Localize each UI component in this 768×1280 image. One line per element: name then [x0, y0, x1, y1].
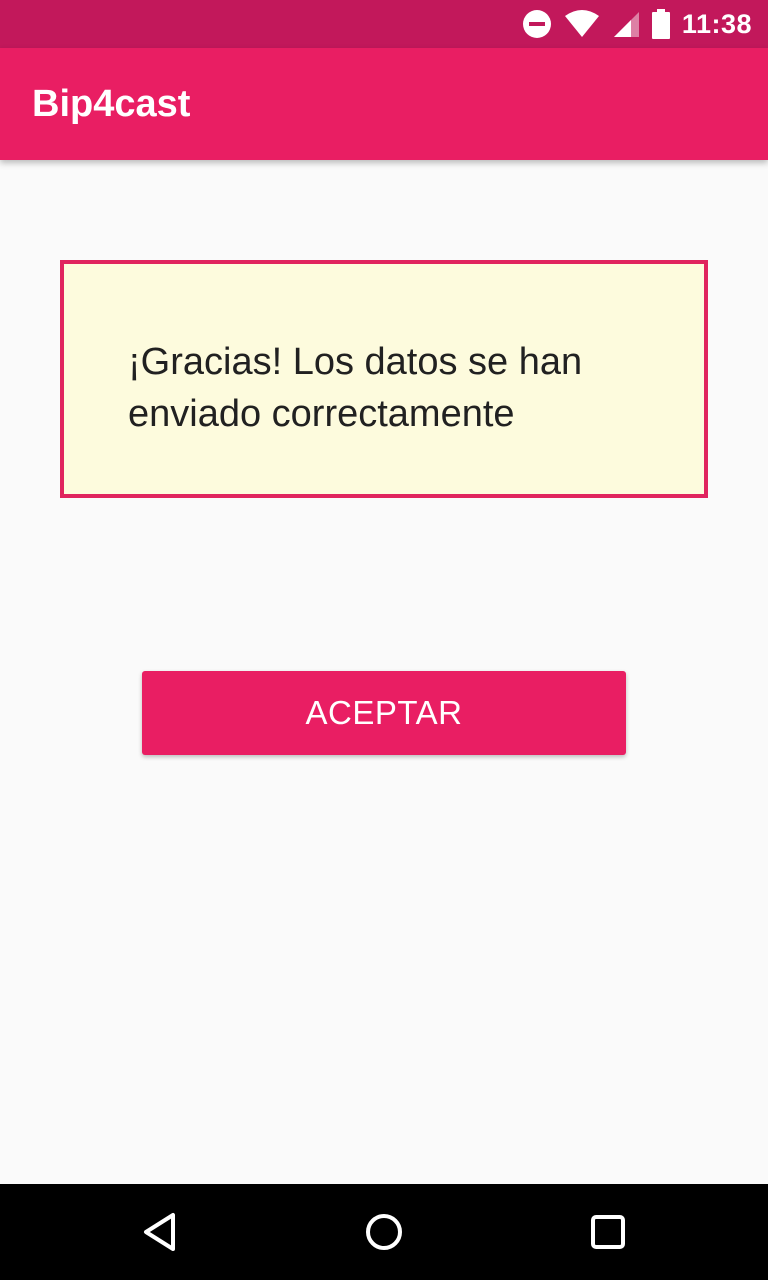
status-time: 11:38 [681, 8, 752, 39]
navigation-bar [0, 1184, 768, 1280]
signal-icon [612, 10, 640, 38]
confirmation-message: ¡Gracias! Los datos se han enviado corre… [128, 341, 583, 435]
home-button[interactable] [360, 1208, 408, 1256]
recents-button[interactable] [584, 1208, 632, 1256]
status-bar: 11:38 [0, 0, 768, 48]
home-icon [366, 1214, 402, 1250]
back-icon [144, 1213, 175, 1251]
status-icons: 11:38 [522, 0, 752, 48]
do-not-disturb-icon [522, 9, 552, 39]
accept-button[interactable]: ACEPTAR [142, 671, 626, 755]
confirmation-message-box: ¡Gracias! Los datos se han enviado corre… [60, 260, 708, 498]
battery-icon [651, 9, 670, 39]
app-title: Bip4cast [32, 83, 191, 125]
recents-icon [591, 1215, 625, 1249]
app-bar: Bip4cast [0, 48, 768, 160]
back-button[interactable] [136, 1208, 184, 1256]
wifi-icon [564, 10, 600, 38]
